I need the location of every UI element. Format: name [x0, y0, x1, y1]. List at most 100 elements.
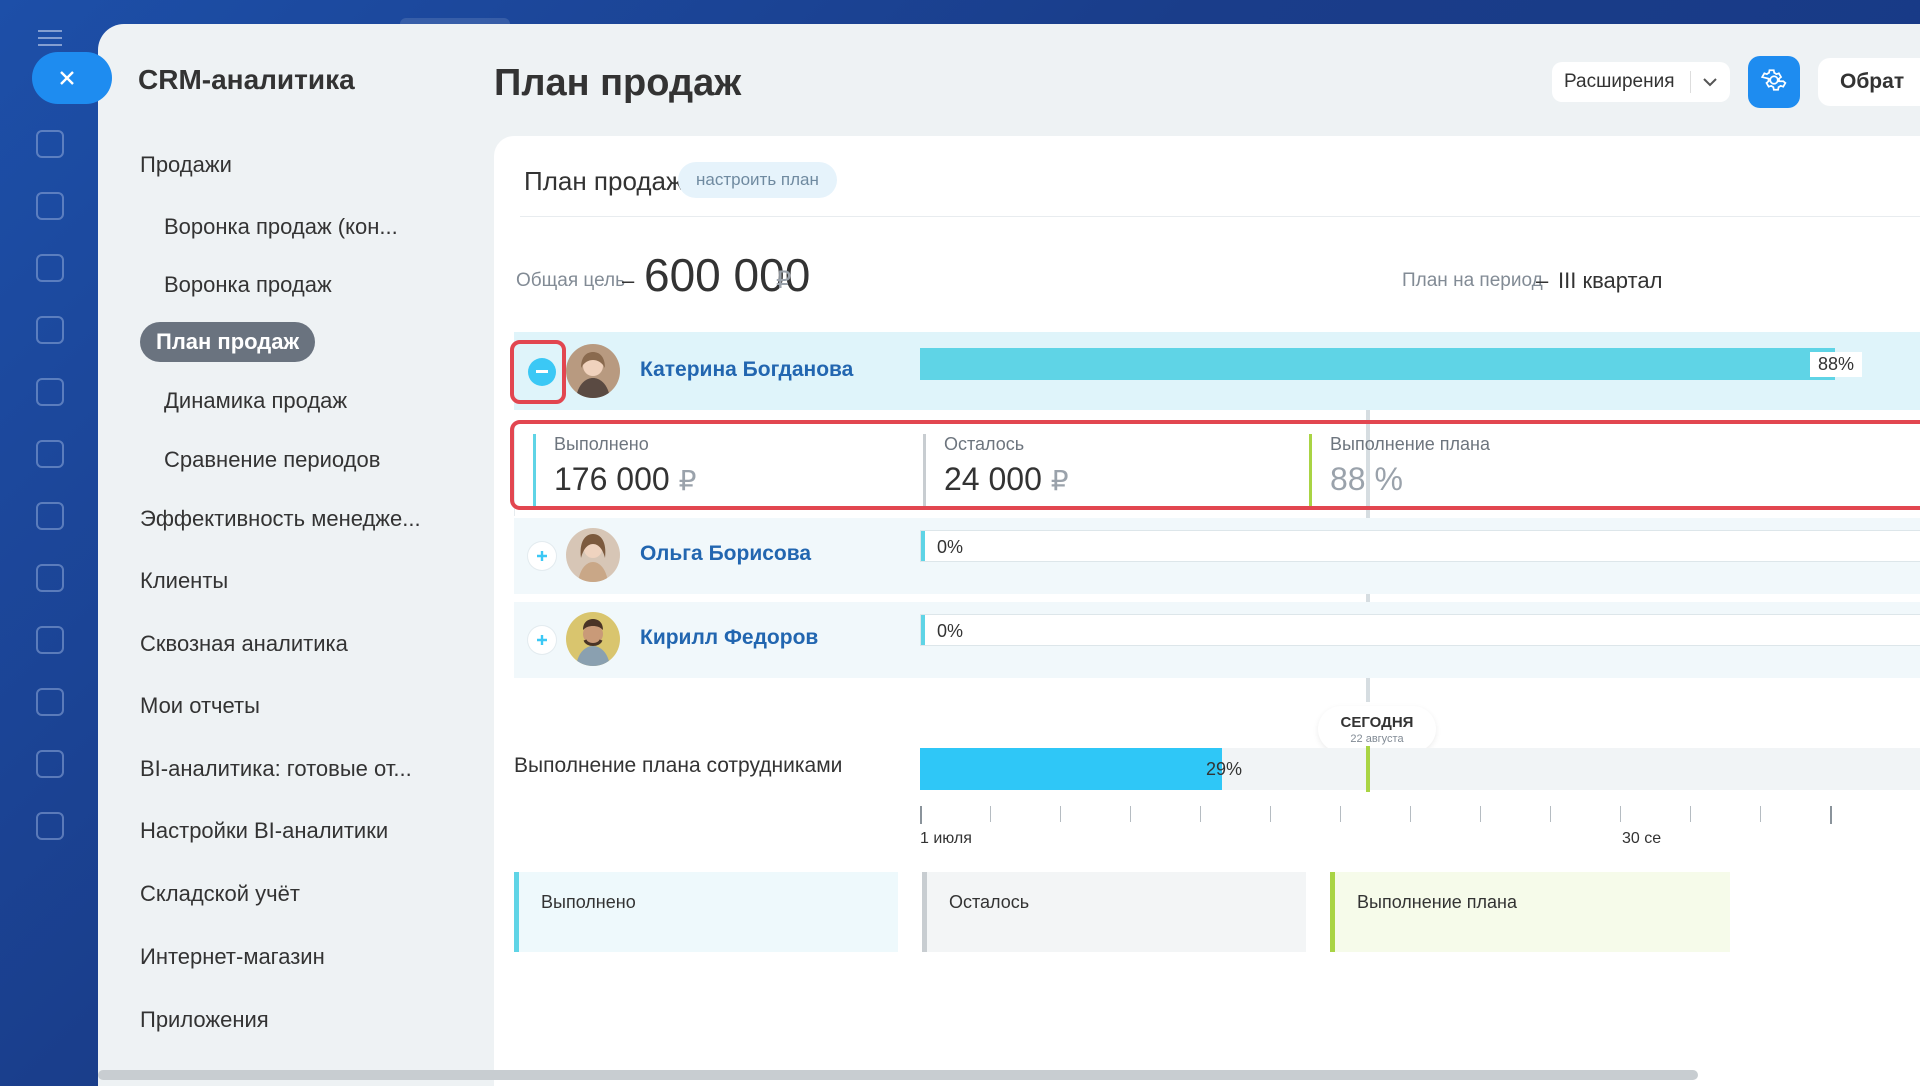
progress-fill — [920, 348, 1835, 380]
period-selector[interactable]: III квартал — [1558, 268, 1662, 294]
progress-fill — [921, 615, 925, 645]
progress-track: 0% — [920, 614, 1920, 646]
card-title: План продаж — [524, 166, 684, 196]
employee-name[interactable]: Кирилл Федоров — [640, 626, 818, 650]
chevron-down-icon — [1691, 77, 1729, 87]
period-dash: – — [1536, 268, 1549, 293]
rail-icon — [36, 688, 64, 716]
sidebar-item-my-reports[interactable]: Мои отчеты — [140, 693, 260, 719]
employee-name[interactable]: Катерина Богданова — [640, 358, 853, 382]
highlight-stats — [510, 420, 1920, 510]
timeline-end-label: 30 се — [1622, 830, 1662, 847]
sidebar-item-sales-funnel[interactable]: Воронка продаж — [164, 272, 332, 298]
progress-percent: 88% — [1810, 352, 1863, 377]
team-progress-fill — [920, 748, 1222, 790]
progress-percent: 0% — [937, 621, 964, 641]
extensions-label: Расширения — [1564, 71, 1675, 92]
employee-row: Ольга Борисова 0% 20 — [514, 518, 1920, 594]
period-label: План на период — [1402, 270, 1543, 291]
summary-done: Выполнено — [514, 872, 898, 952]
rail-icon — [36, 316, 64, 344]
sidebar-item-clients[interactable]: Клиенты — [140, 568, 228, 594]
sidebar-item-sales-funnel-combined[interactable]: Воронка продаж (кон... — [164, 214, 398, 240]
timeline-tick — [1340, 806, 1341, 822]
timeline-ticks — [920, 806, 1920, 826]
goal-dash: – — [622, 268, 635, 293]
extensions-dropdown[interactable]: Расширения — [1552, 62, 1730, 102]
sidebar-item-sales-plan[interactable]: План продаж — [140, 322, 316, 362]
today-date: 22 августа — [1350, 733, 1404, 745]
total-goal-label: Общая цель — [516, 270, 626, 291]
progress-percent: 0% — [937, 537, 964, 557]
background-left-rail — [0, 0, 100, 1086]
expand-toggle[interactable] — [528, 542, 556, 570]
progress-fill — [921, 531, 925, 561]
gear-icon — [1760, 67, 1787, 98]
today-marker — [1366, 746, 1370, 792]
rail-icon — [36, 502, 64, 530]
timeline-tick — [1480, 806, 1481, 822]
employee-row: Кирилл Федоров 0% 20 — [514, 602, 1920, 678]
plus-icon — [537, 551, 547, 561]
page-title: План продаж — [494, 62, 742, 104]
rail-icon — [36, 254, 64, 282]
team-progress-percent: 29% — [1206, 759, 1243, 779]
feedback-button[interactable]: Обрат — [1818, 58, 1920, 106]
timeline-tick — [1060, 806, 1061, 822]
settings-button[interactable] — [1748, 56, 1800, 108]
sidebar-item-sales-dynamics[interactable]: Динамика продаж — [164, 388, 347, 414]
sidebar-item-manager-efficiency[interactable]: Эффективность менедже... — [140, 506, 421, 532]
sidebar-item-end-to-end-analytics[interactable]: Сквозная аналитика — [140, 631, 348, 657]
timeline-tick — [1830, 806, 1832, 824]
summary-left: Осталось — [922, 872, 1306, 952]
horizontal-scrollbar[interactable] — [98, 1070, 1698, 1080]
rail-icon — [36, 626, 64, 654]
sidebar-item-online-store[interactable]: Интернет-магазин — [140, 944, 325, 970]
timeline-tick — [1620, 806, 1621, 822]
sidebar-item-bi-settings[interactable]: Настройки BI-аналитики — [140, 818, 388, 844]
avatar — [566, 528, 620, 582]
hamburger-icon — [38, 30, 62, 46]
rail-icon — [36, 564, 64, 592]
today-label: СЕГОДНЯ — [1340, 714, 1414, 731]
timeline-tick — [1270, 806, 1271, 822]
sidebar-item-period-comparison[interactable]: Сравнение периодов — [164, 447, 380, 473]
plus-icon — [537, 635, 547, 645]
rail-icon — [36, 750, 64, 778]
avatar — [566, 612, 620, 666]
summary-plan: Выполнение плана — [1330, 872, 1730, 952]
employee-name[interactable]: Ольга Борисова — [640, 542, 811, 566]
timeline-tick — [1760, 806, 1761, 822]
side-title: CRM-аналитика — [138, 64, 355, 95]
timeline-tick — [1410, 806, 1411, 822]
goal-currency: ₽ — [776, 267, 792, 294]
timeline-tick — [1130, 806, 1131, 822]
today-badge: СЕГОДНЯ 22 августа — [1318, 706, 1436, 752]
rail-icon — [36, 812, 64, 840]
divider — [520, 216, 1920, 217]
sidebar-item-apps[interactable]: Приложения — [140, 1007, 269, 1033]
configure-plan-button[interactable]: настроить план — [678, 162, 837, 198]
rail-icon — [36, 440, 64, 468]
highlight-toggle — [510, 340, 566, 404]
sidebar-item-inventory[interactable]: Складской учёт — [140, 881, 300, 907]
rail-icon — [36, 192, 64, 220]
timeline-tick — [920, 806, 922, 824]
expand-toggle[interactable] — [528, 626, 556, 654]
avatar — [566, 344, 620, 398]
sidebar-item-bi-reports[interactable]: BI-аналитика: готовые от... — [140, 756, 412, 782]
rail-icon — [36, 130, 64, 158]
progress-track: 0% — [920, 530, 1920, 562]
sidebar-item-sales[interactable]: Продажи — [140, 152, 232, 178]
progress-track: 88% — [920, 348, 1920, 380]
timeline-start-label: 1 июля — [920, 830, 972, 847]
crm-analytics-slider: CRM-аналитика Продажи Воронка продаж (ко… — [98, 24, 1920, 1086]
timeline-tick — [1550, 806, 1551, 822]
team-progress-label: Выполнение плана сотрудниками — [514, 754, 843, 777]
close-slider-button[interactable] — [32, 52, 112, 104]
timeline-tick — [990, 806, 991, 822]
rail-icon — [36, 378, 64, 406]
employee-row: Катерина Богданова 88% 20 — [514, 332, 1920, 410]
timeline-tick — [1200, 806, 1201, 822]
sales-plan-card: План продаж настроить план Общая цель – … — [494, 136, 1920, 1086]
